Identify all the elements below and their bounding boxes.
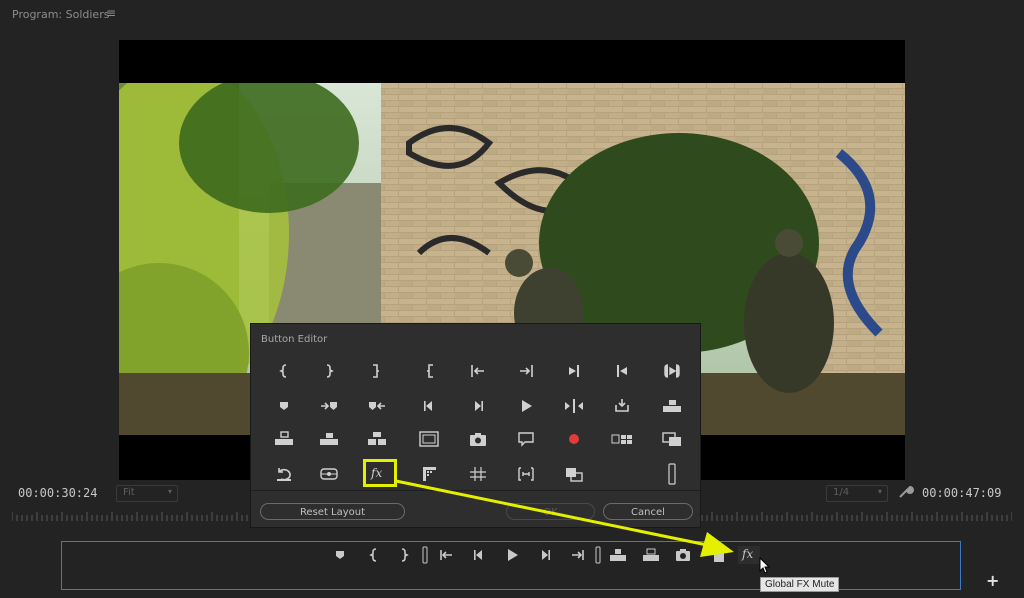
comment-icon[interactable] [513, 428, 539, 450]
highlight-box [363, 459, 397, 487]
cancel-button[interactable]: Cancel [603, 503, 693, 520]
ok-button[interactable]: OK [506, 503, 595, 520]
overwrite-button[interactable] [640, 546, 662, 564]
tooltip: Global FX Mute [760, 577, 840, 592]
step-forward-button[interactable] [534, 546, 556, 564]
divider-icon [414, 546, 436, 564]
panel-header [0, 0, 1024, 28]
duration-timecode: 00:00:47:09 [922, 486, 1002, 500]
lift-button[interactable] [708, 546, 730, 564]
transparency-grid-button[interactable] [416, 463, 442, 485]
play-button[interactable] [513, 395, 539, 417]
zoom-level-select[interactable]: Fit ▾ [116, 485, 178, 502]
zoom-level-value: Fit [123, 487, 135, 498]
chevron-down-icon: ▾ [167, 487, 172, 496]
add-button[interactable]: + [986, 571, 999, 590]
mark-selection-button[interactable] [416, 360, 442, 382]
mouse-cursor-icon [759, 557, 771, 574]
export-frame-icon[interactable] [465, 428, 491, 450]
add-marker-button[interactable] [329, 546, 351, 564]
current-timecode[interactable]: 00:00:30:24 [18, 486, 97, 500]
fx-icon: fx [742, 547, 754, 561]
go-to-next-edit-button[interactable] [561, 360, 587, 382]
global-fx-mute-button[interactable]: fx [738, 546, 760, 564]
dialog-divider [251, 490, 700, 491]
insert-button[interactable] [607, 546, 629, 564]
record-button[interactable] [561, 428, 587, 450]
guides-icon[interactable] [465, 463, 491, 485]
extract-button[interactable] [364, 428, 390, 450]
step-back-button[interactable] [468, 546, 490, 564]
panel-menu-icon[interactable]: ≡ [106, 6, 116, 20]
vr-video-icon[interactable] [316, 463, 342, 485]
multi-camera-view-button[interactable] [609, 428, 635, 450]
export-frame-icon[interactable] [672, 546, 694, 564]
go-to-previous-edit-button[interactable] [609, 360, 635, 382]
safe-margins-button[interactable] [416, 428, 442, 450]
overwrite-button[interactable] [316, 428, 342, 450]
step-back-button[interactable] [416, 395, 442, 417]
go-to-previous-marker-button[interactable] [364, 395, 390, 417]
insert-button[interactable] [659, 395, 685, 417]
chevron-down-icon: ▾ [877, 487, 882, 496]
comparison-view-button[interactable] [659, 428, 685, 450]
play-around-button[interactable] [561, 395, 587, 417]
mark-out-button[interactable] [316, 360, 342, 382]
snap-in-program-monitor-button[interactable] [513, 463, 539, 485]
step-forward-button[interactable] [465, 395, 491, 417]
add-marker-button[interactable] [271, 395, 297, 417]
go-to-out-button[interactable] [513, 360, 539, 382]
playback-resolution-select[interactable]: 1/4 ▾ [826, 485, 888, 502]
mark-in-button[interactable] [271, 360, 297, 382]
play-in-to-out-button[interactable] [659, 360, 685, 382]
go-to-next-marker-button[interactable] [316, 395, 342, 417]
divider-icon[interactable] [659, 463, 685, 485]
go-to-out-button[interactable] [566, 546, 588, 564]
mark-in-button[interactable] [363, 546, 385, 564]
mark-clip-button[interactable] [364, 360, 390, 382]
button-editor-dialog: Button Editor fx Reset Layout OK Cancel [250, 323, 701, 528]
undo-icon[interactable] [271, 463, 297, 485]
play-button[interactable] [501, 546, 523, 564]
proxy-toggle-button[interactable] [561, 463, 587, 485]
go-to-in-button[interactable] [465, 360, 491, 382]
divider-icon [587, 546, 609, 564]
loop-playback-button[interactable] [609, 395, 635, 417]
wrench-icon[interactable] [898, 483, 914, 499]
dialog-title: Button Editor [261, 334, 328, 345]
panel-title: Program: Soldiers [12, 8, 110, 21]
lift-button[interactable] [271, 428, 297, 450]
go-to-in-button[interactable] [436, 546, 458, 564]
reset-layout-button[interactable]: Reset Layout [260, 503, 405, 520]
resolution-value: 1/4 [833, 487, 850, 498]
mark-out-button[interactable] [393, 546, 415, 564]
